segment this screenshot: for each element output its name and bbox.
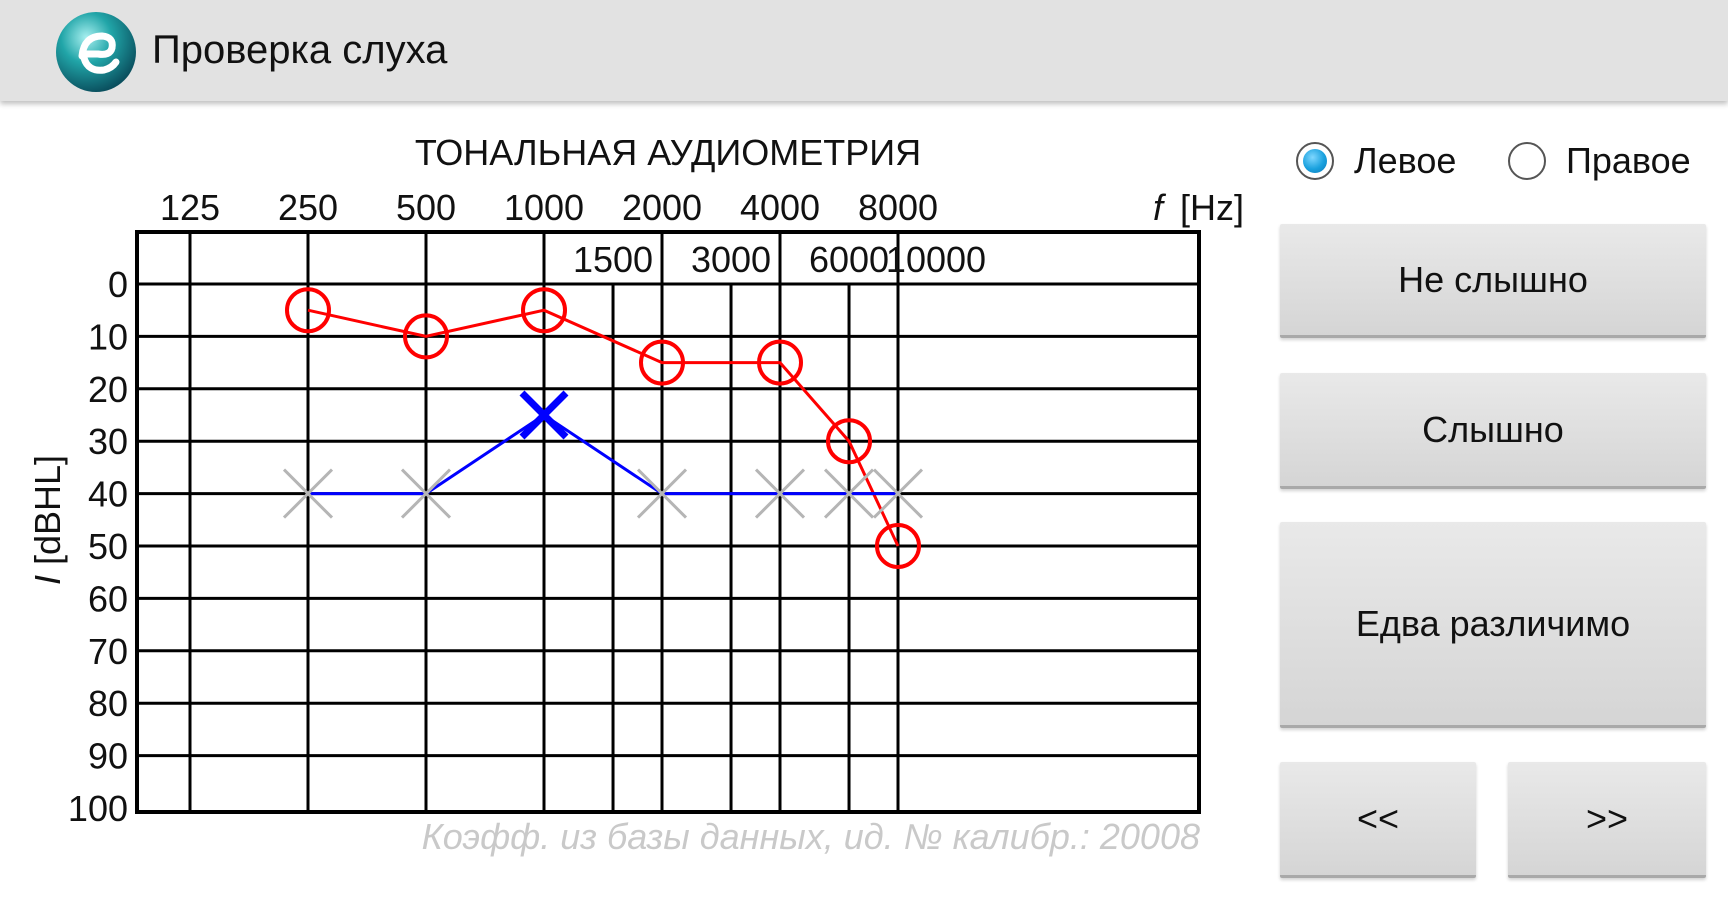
- radio-left-label[interactable]: Левое: [1354, 140, 1456, 182]
- heard-button[interactable]: Слышно: [1280, 373, 1706, 489]
- chart-frame: [135, 230, 1201, 814]
- radio-right-ear[interactable]: Правое: [1508, 133, 1691, 189]
- prev-button[interactable]: <<: [1280, 762, 1476, 878]
- audiogram-chart: ТОНАЛЬНАЯ АУДИОМЕТРИЯ 0 10 20 30 40 50 60 70 80 90…: [27, 132, 1244, 829]
- barely-audible-button[interactable]: Едва различимо: [1280, 522, 1706, 728]
- y-tick-label: 90: [88, 736, 128, 777]
- next-button[interactable]: >>: [1508, 762, 1706, 878]
- radio-left-ear[interactable]: Левое: [1296, 133, 1456, 189]
- radio-right-label[interactable]: Правое: [1566, 140, 1691, 182]
- app-bar: Проверка слуха: [0, 0, 1728, 101]
- y-tick-label: 50: [88, 526, 128, 567]
- x-tick-label: 8000: [858, 187, 938, 228]
- app-logo-icon[interactable]: [54, 10, 138, 94]
- y-tick-label: 80: [88, 683, 128, 724]
- x-tick-label: 4000: [740, 187, 820, 228]
- y-tick-label: 70: [88, 631, 128, 672]
- calibration-note: Коэфф. из базы данных, ид. № калибр.: 20…: [421, 816, 1200, 857]
- y-tick-label: 20: [88, 369, 128, 410]
- x-tick-label: 250: [278, 187, 338, 228]
- y-axis-symbol: I: [27, 565, 68, 585]
- x-tick-label-mid: 10000: [886, 239, 986, 280]
- radio-right-indicator[interactable]: [1508, 142, 1546, 180]
- radio-left-indicator[interactable]: [1296, 142, 1334, 180]
- app-title: Проверка слуха: [152, 28, 448, 72]
- x-axis-symbol: f: [1153, 187, 1167, 228]
- x-tick-label-mid: 6000: [809, 239, 889, 280]
- y-tick-label: 40: [88, 474, 128, 515]
- y-tick-label: 10: [88, 316, 128, 357]
- x-tick-label-mid: 1500: [573, 239, 653, 280]
- y-axis-label: I [dBHL]: [27, 455, 68, 585]
- chart-title: ТОНАЛЬНАЯ АУДИОМЕТРИЯ: [415, 132, 921, 173]
- y-tick-label: 100: [68, 788, 128, 829]
- x-tick-label: 500: [396, 187, 456, 228]
- x-tick-label-mid: 3000: [691, 239, 771, 280]
- x-tick-label: 125: [160, 187, 220, 228]
- series-line-1: [308, 413, 898, 496]
- series-line-0: [307, 308, 900, 547]
- y-tick-label: 0: [108, 264, 128, 305]
- y-axis-unit: [dBHL]: [27, 455, 68, 565]
- y-tick-label: 30: [88, 421, 128, 462]
- x-tick-label: 1000: [504, 187, 584, 228]
- not-heard-button[interactable]: Не слышно: [1280, 224, 1706, 338]
- y-tick-label: 60: [88, 578, 128, 619]
- x-tick-label: 2000: [622, 187, 702, 228]
- x-axis-unit: [Hz]: [1180, 187, 1244, 228]
